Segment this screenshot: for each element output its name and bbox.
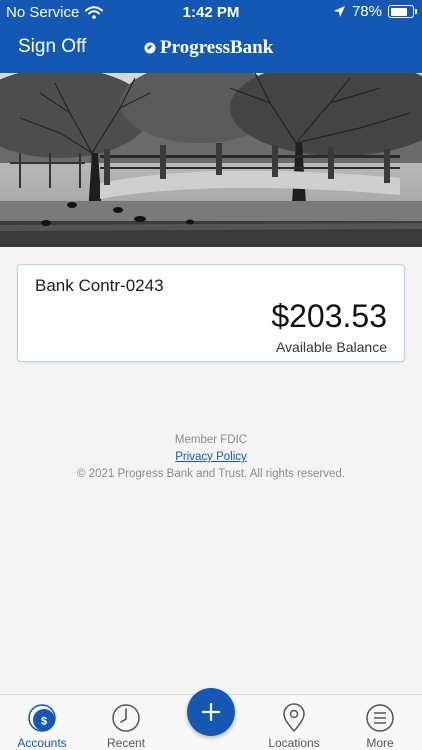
privacy-row: Privacy Policy [0,451,422,463]
park-bridge-illustration [0,73,422,247]
tab-accounts-label: Accounts [17,736,67,750]
battery-icon [388,5,417,18]
available-balance-label: Available Balance [275,339,387,355]
location-pin-icon [283,703,305,733]
tab-locations-label: Locations [268,736,320,750]
status-right: 78% [333,3,417,20]
battery-percent: 78% [351,3,382,20]
tab-more[interactable]: More [338,695,422,750]
account-card[interactable]: Bank Contr-0243 $203.53 Available Balanc… [17,264,405,362]
tab-recent-label: Recent [106,736,146,750]
account-name: Bank Contr-0243 [35,276,164,295]
member-fdic: Member FDIC [174,434,248,446]
copyright: © 2021 Progress Bank and Trust. All righ… [77,468,345,480]
privacy-policy-link[interactable]: Privacy Policy [175,451,247,463]
battery-fill [390,7,407,16]
add-button[interactable] [187,688,235,736]
account-balance: $203.53 [271,298,387,334]
location-arrow-icon [333,6,345,17]
menu-icon [366,704,394,732]
tab-more-label: More [366,736,394,750]
clock-icon [112,704,140,732]
app-header: No Service 1:42 PM 78% Sign Off Progress… [0,0,422,73]
brand-name: ProgressBank [160,37,274,58]
status-bar: No Service 1:42 PM 78% [0,0,422,24]
brand-logo: ProgressBank [144,37,273,59]
plus-icon [201,702,221,722]
hero-image [0,73,422,247]
sign-off-button[interactable]: Sign Off [18,36,86,58]
tab-recent[interactable]: Recent [84,695,168,750]
progress-bank-logo-icon [144,42,156,54]
nav-bar: Sign Off ProgressBank [0,30,422,68]
tab-locations[interactable]: Locations [252,695,336,750]
dollar-icon: $ [28,704,56,732]
tab-accounts[interactable]: $ Accounts [0,695,84,750]
svg-text:$: $ [41,716,47,728]
